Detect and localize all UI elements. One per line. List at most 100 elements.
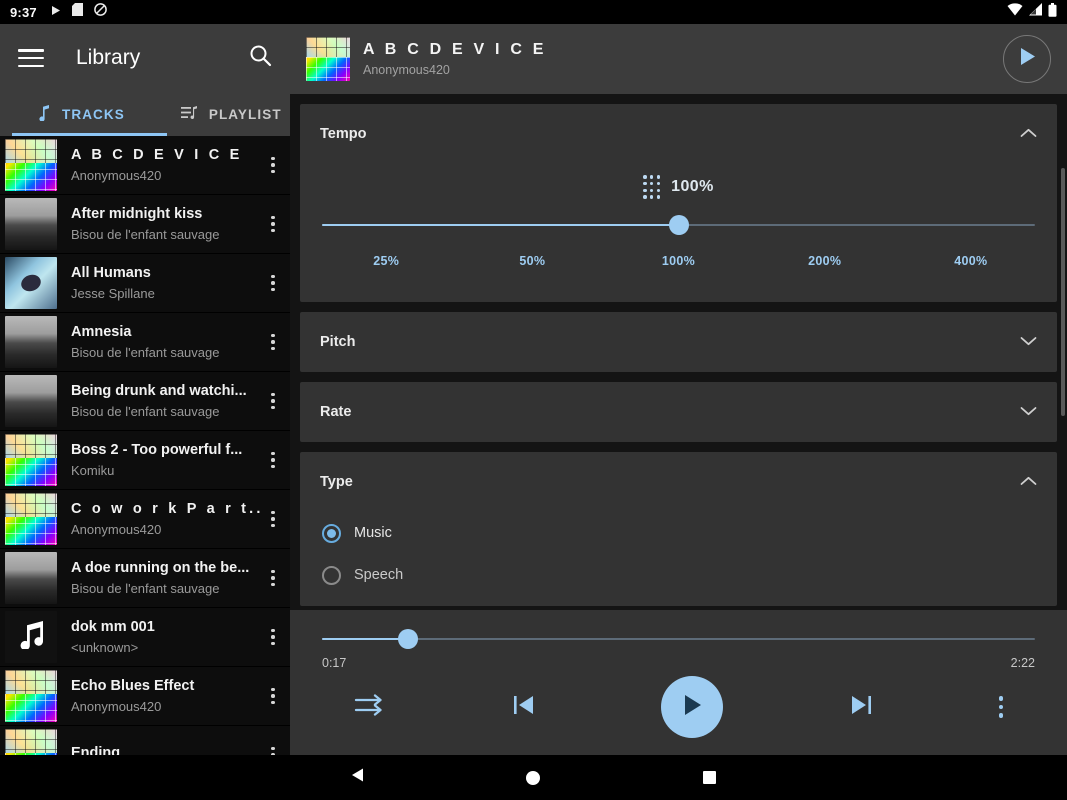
effect-card-type: Type Music Speech [300, 452, 1057, 606]
track-list[interactable]: A B C D E V I C E Anonymous420 After mid… [0, 136, 290, 755]
tempo-tick-labels: 25% 50% 100% 200% 400% [322, 254, 1035, 272]
track-title: After midnight kiss [71, 206, 203, 222]
list-item[interactable]: After midnight kiss Bisou de l'enfant sa… [0, 195, 290, 254]
tempo-value: 100% [671, 178, 714, 195]
current-time: 0:17 [322, 656, 347, 670]
list-item[interactable]: A doe running on the be... Bisou de l'en… [0, 549, 290, 608]
track-artist: Anonymous420 [71, 168, 162, 183]
effect-label: Rate [320, 404, 352, 420]
wifi-icon [1007, 3, 1023, 21]
track-title: Being drunk and watchi... [71, 383, 247, 399]
album-art [5, 670, 57, 722]
effect-card-tempo-header[interactable]: Tempo [300, 104, 1057, 164]
more-vertical-icon[interactable] [262, 687, 284, 705]
effect-label: Pitch [320, 334, 356, 350]
chevron-down-icon[interactable] [1020, 403, 1037, 421]
chevron-up-icon[interactable] [1020, 125, 1037, 143]
radio-unselected-icon[interactable] [322, 565, 341, 585]
track-title: dok mm 001 [71, 619, 155, 635]
list-item[interactable]: All Humans Jesse Spillane [0, 254, 290, 313]
nav-home-button[interactable] [511, 756, 555, 800]
tab-playlist-label: PLAYLIST [208, 106, 282, 122]
effect-card-pitch-header[interactable]: Pitch [300, 312, 1057, 372]
more-vertical-icon[interactable] [262, 451, 284, 469]
track-artist: Anonymous420 [71, 522, 162, 537]
dots-grid-icon [643, 175, 661, 199]
battery-icon [1048, 2, 1057, 22]
seek-slider[interactable] [322, 628, 1035, 650]
radio-option-speech[interactable]: Speech [322, 554, 1035, 596]
tab-tracks[interactable]: TRACKS [30, 92, 133, 136]
more-vertical-icon [998, 696, 1003, 718]
more-vertical-icon[interactable] [262, 274, 284, 292]
previous-button[interactable] [511, 692, 537, 723]
list-item[interactable]: dok mm 001 <unknown> [0, 608, 290, 667]
type-options: Music Speech [300, 512, 1057, 606]
tempo-slider-fill [322, 223, 679, 227]
list-item[interactable]: Ending [0, 726, 290, 755]
library-app-bar: Library [0, 24, 290, 92]
nav-back-button[interactable] [336, 756, 380, 800]
now-playing-artist: Anonymous420 [363, 63, 450, 77]
list-item[interactable]: Amnesia Bisou de l'enfant sauvage [0, 313, 290, 372]
play-icon [51, 3, 61, 21]
recents-square-icon [702, 771, 716, 784]
effect-card-rate-header[interactable]: Rate [300, 382, 1057, 442]
album-art [5, 552, 57, 604]
effect-card-type-header[interactable]: Type [300, 452, 1057, 512]
more-vertical-icon[interactable] [262, 510, 284, 528]
nav-recents-button[interactable] [687, 756, 731, 800]
track-title: Echo Blues Effect [71, 678, 195, 694]
track-title: C o w o r k P a r t... [71, 501, 262, 517]
seek-slider-track [322, 637, 1035, 641]
list-item[interactable]: C o w o r k P a r t... Anonymous420 [0, 490, 290, 549]
chevron-up-icon[interactable] [1020, 473, 1037, 491]
more-vertical-icon[interactable] [262, 628, 284, 646]
track-title: A doe running on the be... [71, 560, 250, 576]
list-item[interactable]: Being drunk and watchi... Bisou de l'enf… [0, 372, 290, 431]
tempo-slider[interactable] [322, 210, 1035, 240]
more-vertical-icon[interactable] [262, 156, 284, 174]
more-vertical-icon[interactable] [262, 569, 284, 587]
list-item[interactable]: Echo Blues Effect Anonymous420 [0, 667, 290, 726]
list-item[interactable]: A B C D E V I C E Anonymous420 [0, 136, 290, 195]
album-art [5, 316, 57, 368]
more-vertical-icon[interactable] [262, 746, 284, 755]
more-vertical-icon[interactable] [262, 333, 284, 351]
album-art [5, 257, 57, 309]
list-item-text: After midnight kiss Bisou de l'enfant sa… [71, 206, 262, 242]
status-bar: 9:37 [0, 0, 1067, 24]
track-artist: <unknown> [71, 640, 139, 655]
music-note-icon [16, 620, 46, 654]
radio-selected-icon[interactable] [322, 523, 341, 543]
chevron-down-icon[interactable] [1020, 333, 1037, 351]
seek-slider-thumb[interactable] [397, 629, 418, 649]
radio-option-music[interactable]: Music [322, 512, 1035, 554]
tab-playlist[interactable]: PLAYLIST [173, 92, 290, 136]
track-title: A B C D E V I C E [71, 147, 243, 163]
effects-scrollbar[interactable] [1061, 168, 1065, 416]
play-pause-button[interactable] [661, 676, 724, 738]
header-play-button[interactable] [1003, 35, 1051, 83]
shuffle-button[interactable] [354, 693, 386, 722]
track-title: Ending [71, 744, 121, 756]
tempo-readout[interactable]: 100% [322, 164, 1035, 210]
effect-card-rate[interactable]: Rate [300, 382, 1057, 442]
search-icon[interactable] [249, 44, 272, 72]
list-item-text: C o w o r k P a r t... Anonymous420 [71, 501, 262, 537]
track-title: Amnesia [71, 324, 132, 340]
playback-controls [290, 676, 1067, 738]
track-artist: Jesse Spillane [71, 286, 155, 301]
now-playing-title: A B C D E V I C E [363, 41, 547, 58]
player-panel: A B C D E V I C E Anonymous420 Tempo 100… [290, 24, 1067, 755]
list-item[interactable]: Boss 2 - Too powerful f... Komiku [0, 431, 290, 490]
hamburger-menu-icon[interactable] [18, 49, 44, 67]
next-button[interactable] [848, 692, 874, 723]
skip-previous-icon [511, 692, 537, 723]
more-options-button[interactable] [998, 696, 1003, 718]
more-vertical-icon[interactable] [262, 392, 284, 410]
effects-list[interactable]: Tempo 100% 25% 50% 100% 200% 400% Pitch … [290, 94, 1067, 630]
tempo-slider-thumb[interactable] [668, 215, 689, 235]
more-vertical-icon[interactable] [262, 215, 284, 233]
effect-card-pitch[interactable]: Pitch [300, 312, 1057, 372]
